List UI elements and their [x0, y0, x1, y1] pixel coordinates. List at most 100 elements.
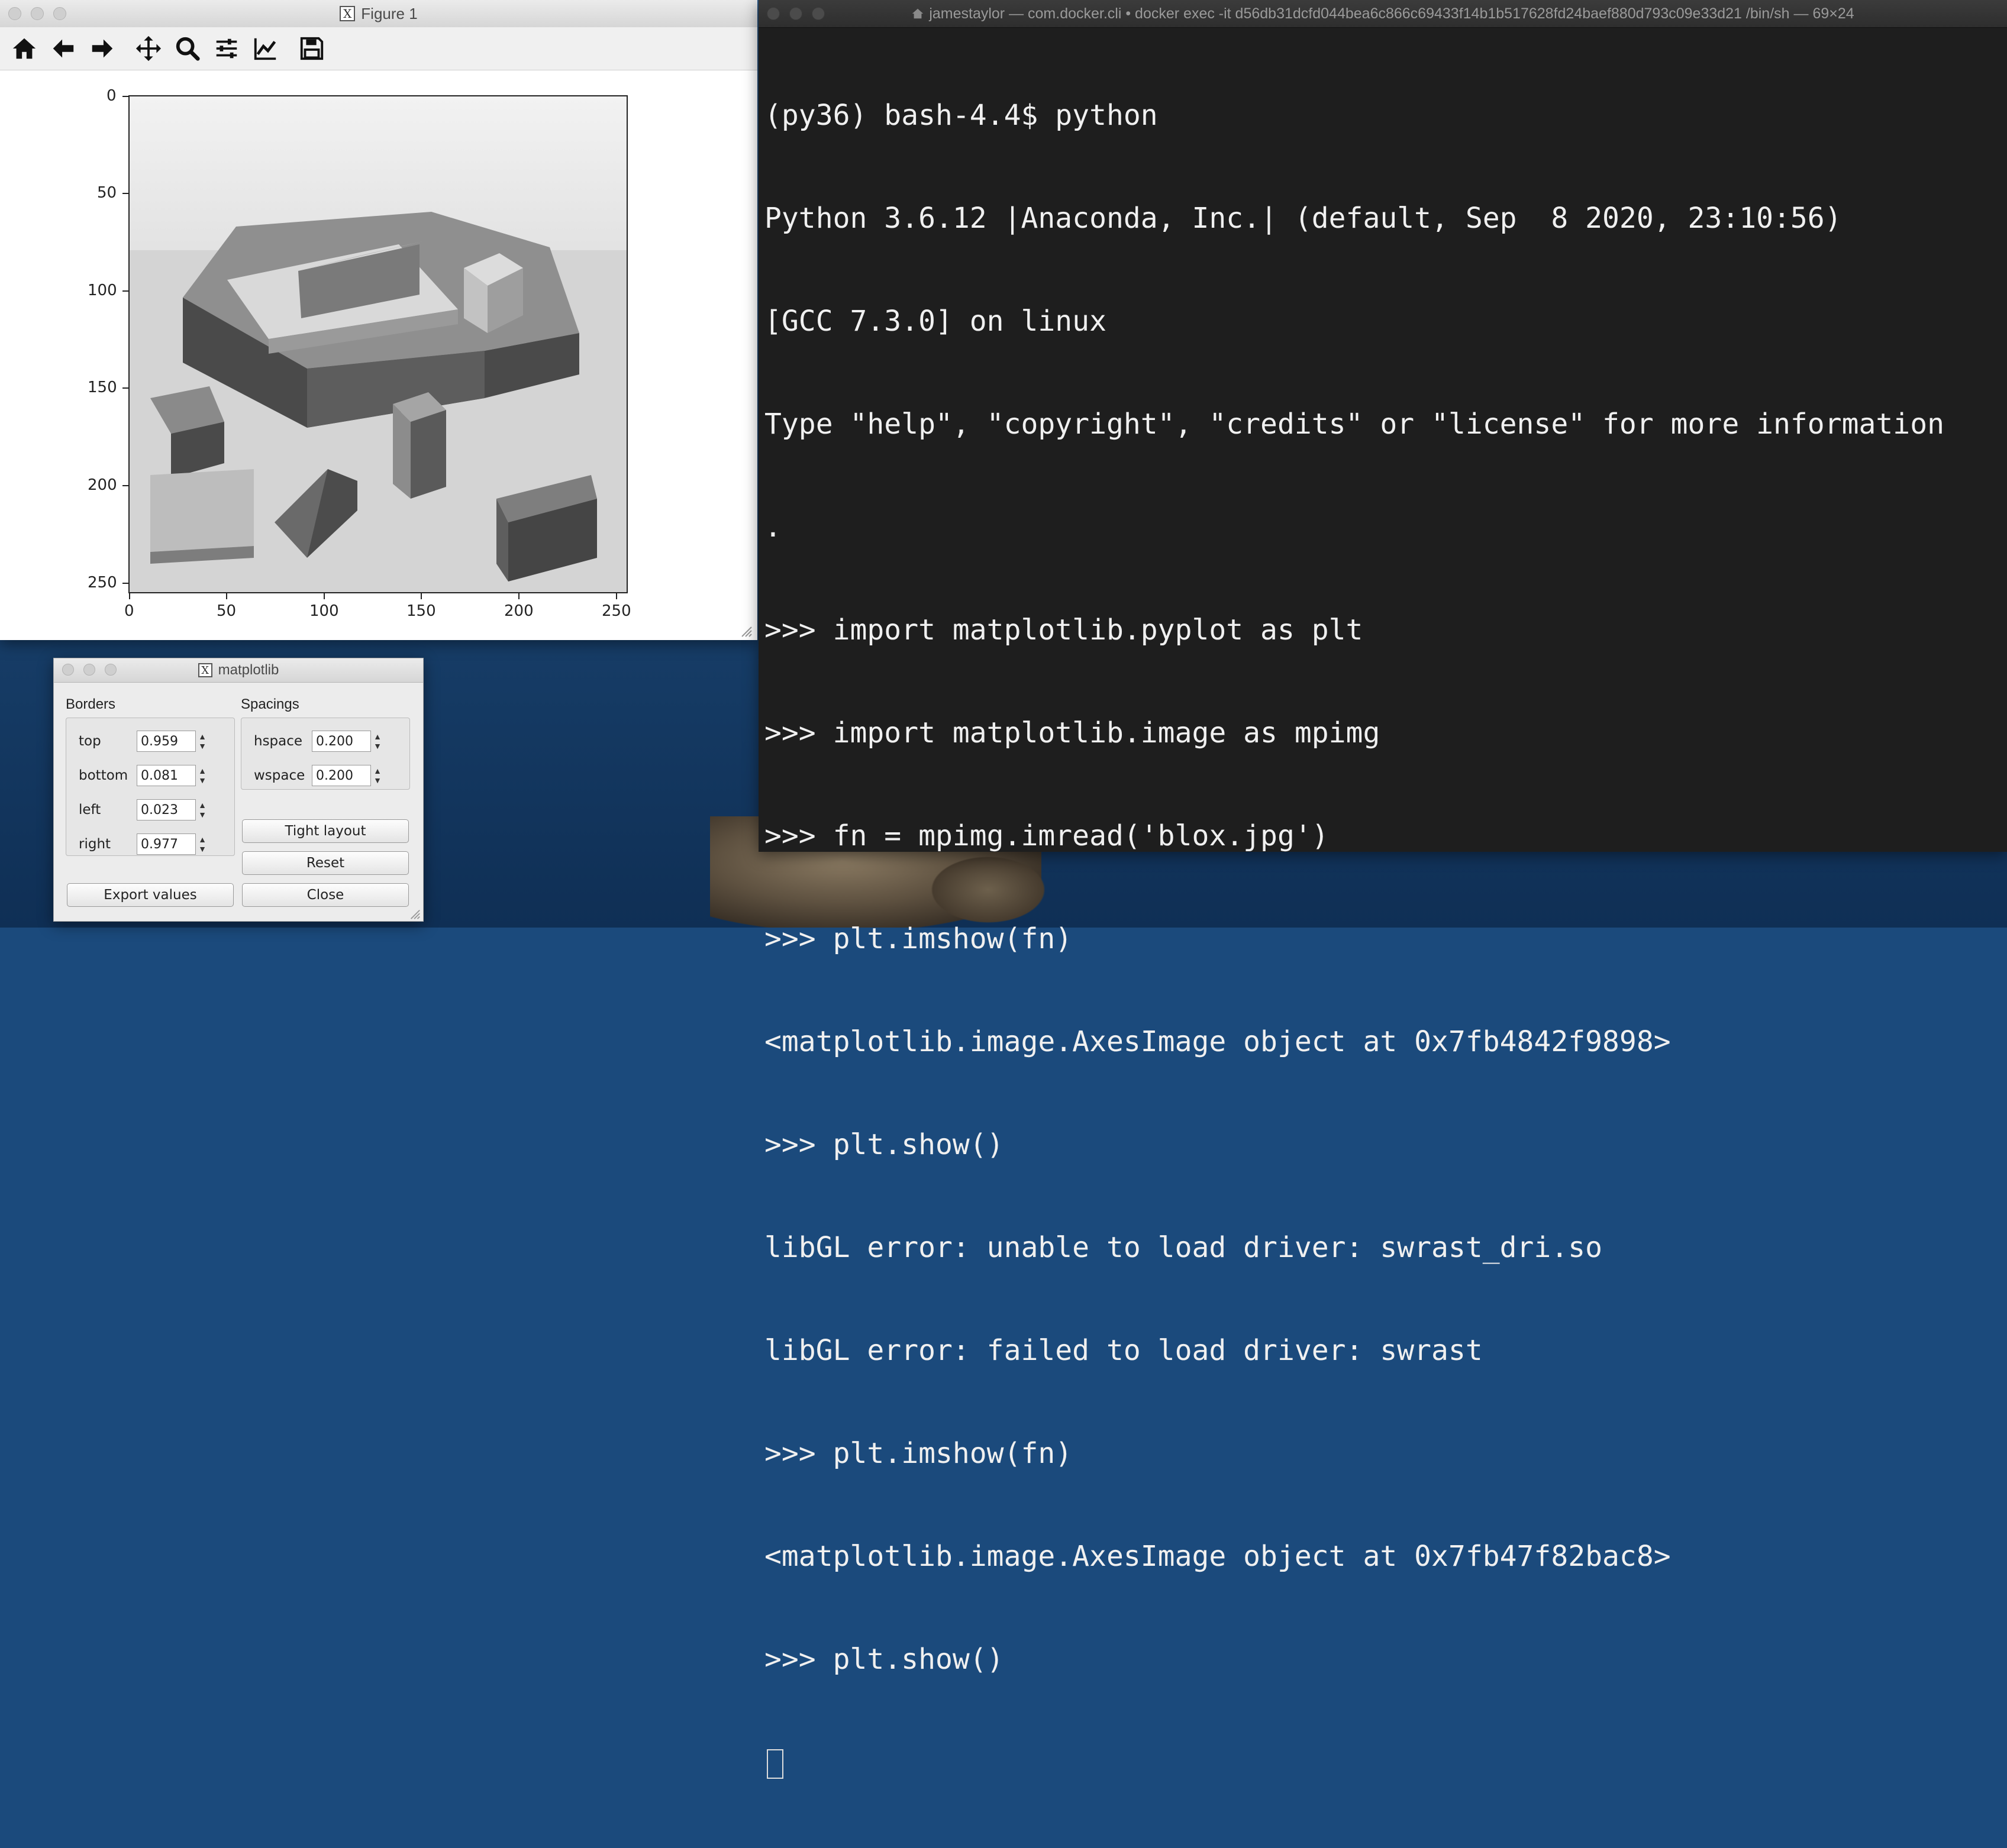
border-row-bottom: bottom ▲▼ [79, 765, 209, 786]
y-tick-label: 250 [88, 574, 117, 592]
terminal-line: <matplotlib.image.AxesImage object at 0x… [764, 1540, 1671, 1573]
sliders-icon [216, 38, 237, 59]
terminal-titlebar[interactable]: jamestaylor — com.docker.cli • docker ex… [759, 0, 2007, 28]
terminal-output[interactable]: (py36) bash-4.4$ python Python 3.6.12 |A… [764, 30, 2001, 1779]
floppy-disk-icon [300, 37, 324, 60]
export-values-button[interactable]: Export values [67, 883, 234, 907]
magnifier-icon [176, 37, 200, 61]
reset-button[interactable]: Reset [242, 851, 409, 875]
terminal-prompt-line[interactable] [764, 1745, 2001, 1779]
edit-axis-button[interactable] [251, 34, 280, 63]
x-tick-label: 50 [217, 602, 237, 620]
spin-arrows-icon[interactable]: ▲ ▼ [371, 731, 384, 752]
x11-icon: X [340, 6, 356, 21]
spacing-row-hspace: hspace ▲▼ [254, 731, 384, 752]
terminal-line: >>> fn = mpimg.imread('blox.jpg') [764, 819, 1329, 852]
top-input[interactable] [137, 731, 196, 752]
dialog-titlebar[interactable]: X matplotlib [54, 658, 423, 683]
terminal-line: (py36) bash-4.4$ python [764, 99, 1158, 132]
bottom-spinbox[interactable]: ▲▼ [137, 765, 209, 786]
close-button[interactable]: Close [242, 883, 409, 907]
move-icon [135, 35, 162, 62]
wspace-input[interactable] [312, 765, 371, 786]
home-icon [12, 38, 36, 59]
configure-subplots-button[interactable] [212, 34, 241, 63]
spacing-label: wspace [254, 768, 305, 783]
terminal-title: jamestaylor — com.docker.cli • docker ex… [929, 5, 1854, 22]
resize-grip-icon[interactable] [409, 908, 421, 920]
figure-title: Figure 1 [361, 4, 418, 22]
pan-button[interactable] [134, 34, 163, 63]
y-tick [122, 485, 128, 486]
back-button[interactable] [49, 34, 78, 63]
terminal-line: <matplotlib.image.AxesImage object at 0x… [764, 1025, 1671, 1058]
wspace-spinbox[interactable]: ▲▼ [312, 765, 384, 786]
x11-icon: X [198, 663, 212, 677]
right-spinbox[interactable]: ▲▼ [137, 833, 209, 855]
x-tick [616, 593, 617, 599]
hspace-input[interactable] [312, 731, 371, 752]
zoom-button[interactable] [173, 34, 202, 63]
forward-button[interactable] [88, 34, 117, 63]
tight-layout-button[interactable]: Tight layout [242, 819, 409, 843]
spacing-row-wspace: wspace ▲▼ [254, 765, 384, 786]
border-row-right: right ▲▼ [79, 833, 209, 855]
terminal-window: jamestaylor — com.docker.cli • docker ex… [759, 0, 2007, 1779]
x-tick-label: 250 [602, 602, 631, 620]
right-input[interactable] [137, 833, 196, 855]
left-spinbox[interactable]: ▲▼ [137, 799, 209, 820]
arrow-left-icon [53, 39, 74, 58]
home-folder-icon [912, 8, 924, 19]
home-button[interactable] [9, 34, 39, 63]
y-tick-label: 200 [88, 476, 117, 494]
terminal-line: . [764, 511, 782, 544]
y-tick [122, 290, 128, 292]
spin-arrows-icon[interactable]: ▲ ▼ [371, 765, 384, 786]
arrow-right-icon [92, 39, 113, 58]
terminal-line: Python 3.6.12 |Anaconda, Inc.| (default,… [764, 202, 1842, 235]
terminal-cursor [767, 1749, 783, 1779]
terminal-line: libGL error: unable to load driver: swra… [764, 1231, 1603, 1264]
y-tick-label: 0 [107, 87, 117, 105]
blocks-image [128, 95, 628, 593]
y-tick [122, 193, 128, 194]
bottom-input[interactable] [137, 765, 196, 786]
spin-arrows-icon[interactable]: ▲ ▼ [196, 731, 209, 752]
x-tick [518, 593, 520, 599]
resize-grip-icon[interactable] [740, 625, 753, 638]
dialog-title: matplotlib [218, 662, 279, 678]
border-row-top: top ▲▼ [79, 731, 209, 752]
x-tick-label: 200 [504, 602, 534, 620]
hspace-spinbox[interactable]: ▲▼ [312, 731, 384, 752]
spin-arrows-icon[interactable]: ▲ ▼ [196, 799, 209, 820]
x-tick-label: 0 [124, 602, 134, 620]
border-label: bottom [79, 768, 128, 783]
save-button[interactable] [297, 34, 327, 63]
left-input[interactable] [137, 799, 196, 820]
spacings-label: Spacings [241, 696, 299, 712]
spin-arrows-icon[interactable]: ▲ ▼ [196, 765, 209, 786]
terminal-line: libGL error: failed to load driver: swra… [764, 1334, 1483, 1367]
terminal-line: Type "help", "copyright", "credits" or "… [764, 408, 1944, 441]
terminal-line: >>> plt.imshow(fn) [764, 922, 1073, 955]
figure-toolbar [0, 27, 757, 70]
x-tick [226, 593, 227, 599]
y-tick-label: 50 [97, 184, 117, 202]
x-tick [324, 593, 325, 599]
top-spinbox[interactable]: ▲▼ [137, 731, 209, 752]
spacing-label: hspace [254, 734, 303, 749]
spin-arrows-icon[interactable]: ▲ ▼ [196, 833, 209, 855]
border-label: left [79, 802, 101, 818]
x-tick [421, 593, 422, 599]
terminal-line: >>> import matplotlib.pyplot as plt [764, 613, 1363, 647]
terminal-line: >>> plt.show() [764, 1128, 1004, 1161]
border-row-left: left ▲▼ [79, 799, 209, 820]
borders-label: Borders [66, 696, 116, 712]
y-tick [122, 583, 128, 584]
border-label: top [79, 734, 101, 749]
terminal-line: [GCC 7.3.0] on linux [764, 305, 1106, 338]
border-label: right [79, 836, 111, 852]
subplot-config-dialog: X matplotlib Borders top ▲▼ bottom ▲▼ le… [53, 658, 424, 922]
figure-titlebar[interactable]: X Figure 1 [0, 0, 757, 28]
y-tick [122, 96, 128, 97]
